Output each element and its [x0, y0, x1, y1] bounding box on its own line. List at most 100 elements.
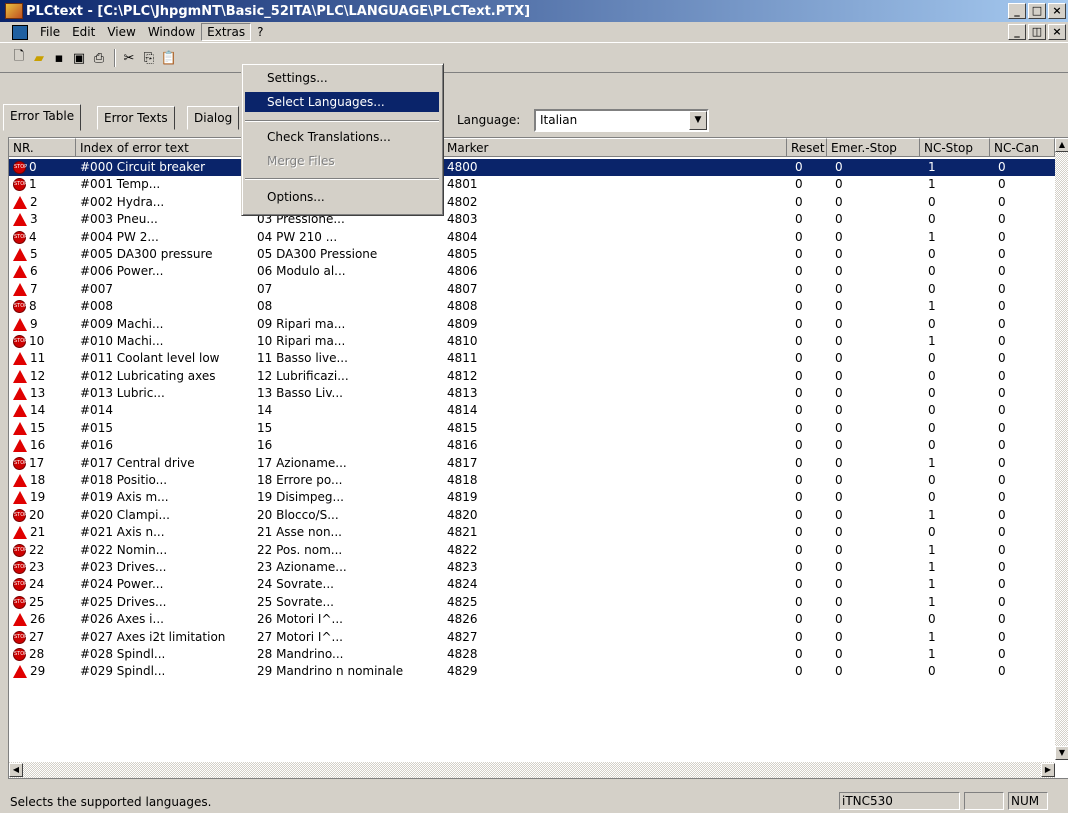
cut-icon[interactable]: ✂ [120, 49, 138, 67]
table-row[interactable]: 13 #013 Lubric... 13 Basso Liv... 4813 0 0 0 0 [9, 385, 1057, 402]
menu-file[interactable]: File [34, 23, 66, 41]
table-row[interactable]: 12 #012 Lubricating axes 12 Lubrificazi...… [9, 368, 1057, 385]
col-emer-stop[interactable]: Emer.-Stop [827, 138, 920, 157]
table-row[interactable]: 26 #026 Axes i... 26 Motori I^... 4826 0 0 0 0 [9, 611, 1057, 628]
table-row[interactable]: STOP 4 #004 PW 2... 04 PW 210 ... 4804 0 0 1 0 [9, 229, 1057, 246]
cell-ncstop: 0 [928, 490, 936, 505]
warning-icon [13, 265, 27, 279]
col-nr[interactable]: NR. [9, 138, 76, 157]
cell-nccan: 0 [998, 629, 1006, 644]
table-row[interactable]: 21 #021 Axis n... 21 Asse non... 4821 0 0 0 0 [9, 524, 1057, 541]
table-row[interactable]: STOP 22 #022 Nomin... 22 Pos. nom... 4822 0 0 1… [9, 542, 1057, 559]
menu-extras[interactable]: Extras [201, 23, 252, 41]
cell-ncstop: 1 [928, 333, 936, 348]
save-all-icon[interactable]: ▣ [70, 49, 88, 67]
menu-item-check-translations[interactable]: Check Translations... [245, 127, 439, 147]
cell-txt: 24 Sovrate... [257, 577, 334, 592]
cell-marker: 4800 [447, 160, 478, 174]
cell-txt: 06 Modulo al... [257, 264, 346, 279]
table-row[interactable]: STOP 27 #027 Axes i2t limitation 27 Motori … [9, 629, 1057, 646]
menu-window[interactable]: Window [142, 23, 201, 41]
table-row[interactable]: STOP 1 #001 Temp... 4801 0 0 1 0 [9, 176, 1057, 193]
menu-item-options[interactable]: Options... [245, 187, 439, 207]
table-row[interactable]: STOP 17 #017 Central drive 17 Azioname... 48… [9, 455, 1057, 472]
col-nc-stop[interactable]: NC-Stop [920, 138, 990, 157]
cell-emer: 0 [835, 594, 843, 609]
doc-close-button[interactable]: × [1048, 24, 1066, 40]
copy-icon[interactable]: ⎘ [140, 49, 158, 67]
table-row[interactable]: 5 #005 DA300 pressure 05 DA300 Pressione 48… [9, 246, 1057, 263]
maximize-button[interactable]: □ [1028, 3, 1046, 19]
cell-nccan: 0 [998, 525, 1006, 540]
tab-error-texts[interactable]: Error Texts [97, 106, 175, 130]
table-row[interactable]: STOP 23 #023 Drives... 23 Azioname... 4823 0 0… [9, 559, 1057, 576]
table-row[interactable]: 29 #029 Spindl... 29 Mandrino n nominale 48… [9, 663, 1057, 680]
table-row[interactable]: STOP 0 #000 Circuit breaker 4800 0 0 1 0 [9, 159, 1057, 177]
warning-icon [13, 213, 27, 227]
table-row[interactable]: 19 #019 Axis m... 19 Disimpeg... 4819 0 0 0 0 [9, 489, 1057, 506]
scroll-left-icon[interactable]: ◀ [9, 763, 23, 777]
table-row[interactable]: 9 #009 Machi... 09 Ripari ma... 4809 0 0 0 0 [9, 316, 1057, 333]
doc-restore-button[interactable]: ◫ [1028, 24, 1046, 40]
print-icon[interactable]: ⎙ [90, 49, 108, 67]
table-row[interactable]: STOP 25 #025 Drives... 25 Sovrate... 4825 0 0 1… [9, 594, 1057, 611]
col-reset[interactable]: Reset [787, 138, 827, 157]
table-row[interactable]: 6 #006 Power... 06 Modulo al... 4806 0 0 0 0 [9, 263, 1057, 280]
table-row[interactable]: 11 #011 Coolant level low 11 Basso live...… [9, 350, 1057, 367]
table-row[interactable]: STOP 28 #028 Spindl... 28 Mandrino... 4828 0 0… [9, 646, 1057, 663]
col-marker[interactable]: Marker [443, 138, 787, 157]
cell-nr: STOP 23 [9, 559, 76, 576]
language-label: Language: [457, 113, 521, 127]
tab-error-table[interactable]: Error Table [3, 104, 82, 131]
paste-icon[interactable]: 📋 [160, 49, 178, 67]
row-number: 25 [29, 594, 45, 609]
language-select[interactable]: Italian ▼ [534, 109, 709, 132]
table-row[interactable]: 18 #018 Positio... 18 Errore po... 4818 0 0 0 0 [9, 472, 1057, 489]
scroll-down-icon[interactable]: ▼ [1055, 746, 1068, 760]
tab-dialog[interactable]: Dialog [187, 106, 240, 130]
open-folder-icon[interactable]: ▰ [30, 49, 48, 67]
menu-help[interactable]: ? [251, 23, 269, 41]
table-row[interactable]: 7 #007 07 4807 0 0 0 0 [9, 281, 1057, 298]
cell-nr: 2 [9, 194, 76, 211]
close-button[interactable]: × [1048, 3, 1066, 19]
col-index[interactable]: Index of error text [76, 138, 253, 157]
menu-item-settings[interactable]: Settings... [245, 68, 439, 88]
chevron-down-icon[interactable]: ▼ [689, 111, 707, 130]
menu-view[interactable]: View [101, 23, 141, 41]
cell-txt: 08 [257, 299, 273, 314]
stop-icon: STOP [13, 595, 27, 609]
cell-txt: 15 [257, 420, 273, 435]
doc-minimize-button[interactable]: _ [1008, 24, 1026, 40]
cell-emer: 0 [835, 559, 843, 574]
scroll-right-icon[interactable]: ▶ [1041, 763, 1055, 777]
cell-reset: 0 [795, 664, 803, 679]
table-row[interactable]: 14 #014 14 4814 0 0 0 0 [9, 402, 1057, 419]
row-number: 4 [29, 229, 37, 244]
minimize-button[interactable]: _ [1008, 3, 1026, 19]
cell-txt: 11 Basso live... [257, 351, 348, 366]
document-icon[interactable] [12, 24, 28, 40]
table-row[interactable]: STOP 20 #020 Clampi... 20 Blocco/S... 4820 0 0… [9, 507, 1057, 524]
save-icon[interactable]: ▪ [50, 49, 68, 67]
table-row[interactable]: STOP 24 #024 Power... 24 Sovrate... 4824 0 0 1 0 [9, 576, 1057, 593]
table-row[interactable]: 16 #016 16 4816 0 0 0 0 [9, 437, 1057, 454]
cell-nccan: 0 [998, 212, 1006, 227]
cell-emer: 0 [835, 299, 843, 314]
table-row[interactable]: STOP 10 #010 Machi... 10 Ripari ma... 4810 0 0… [9, 333, 1057, 350]
table-row[interactable]: STOP 8 #008 08 4808 0 0 1 0 [9, 298, 1057, 315]
cell-nccan: 0 [998, 455, 1006, 470]
table-row[interactable]: 2 #002 Hydra... 4802 0 0 0 0 [9, 194, 1057, 211]
new-file-icon[interactable]: 🗋 [10, 49, 28, 67]
vertical-scrollbar[interactable]: ▲ ▼ [1055, 138, 1068, 760]
horizontal-scrollbar[interactable]: ◀ ▶ [9, 762, 1055, 778]
menu-edit[interactable]: Edit [66, 23, 101, 41]
status-bar: Selects the supported languages. iTNC530… [0, 790, 1068, 812]
table-row[interactable]: 15 #015 15 4815 0 0 0 0 [9, 420, 1057, 437]
table-row[interactable]: 3 #003 Pneu... 03 Pressione... 4803 0 0 0 0 [9, 211, 1057, 228]
menu-item-select-languages[interactable]: Select Languages... [245, 92, 439, 112]
scroll-up-icon[interactable]: ▲ [1055, 138, 1068, 152]
col-nc-can[interactable]: NC-Can [990, 138, 1055, 157]
error-table-grid: NR. Index of error text Marker Reset Eme… [8, 137, 1068, 779]
row-number: 24 [29, 577, 45, 592]
